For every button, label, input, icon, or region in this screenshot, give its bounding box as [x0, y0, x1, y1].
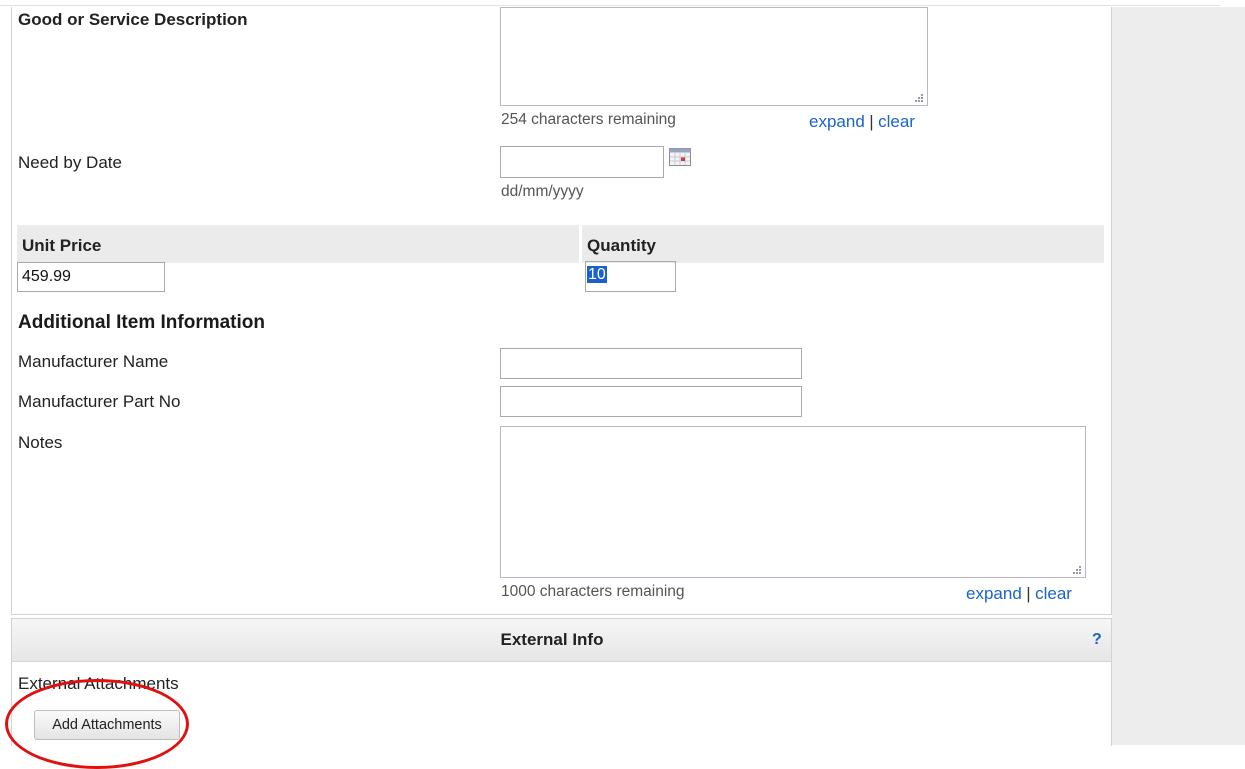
manufacturer-part-input[interactable] [500, 386, 802, 417]
manufacturer-part-label: Manufacturer Part No [18, 392, 181, 411]
right-gutter [1112, 7, 1245, 745]
calendar-icon[interactable] [669, 148, 691, 166]
notes-textarea[interactable] [500, 426, 1086, 578]
manufacturer-name-input[interactable] [500, 348, 802, 379]
notes-label: Notes [18, 433, 63, 452]
notes-expand-link[interactable]: expand [966, 584, 1022, 603]
manufacturer-name-label: Manufacturer Name [18, 352, 169, 371]
help-icon[interactable]: ? [1092, 631, 1102, 649]
description-actions: expand | clear [809, 112, 915, 132]
external-info-title: External Info [500, 630, 604, 649]
unit-price-input[interactable] [17, 262, 165, 292]
additional-info-heading: Additional Item Information [18, 312, 265, 333]
unit-price-header: Unit Price [22, 236, 102, 255]
quantity-header: Quantity [587, 236, 656, 255]
notes-clear-link[interactable]: clear [1035, 584, 1072, 603]
external-info-header: External Info ? [12, 619, 1111, 662]
quantity-input[interactable]: 10 [585, 261, 676, 292]
resize-grip-icon[interactable] [914, 93, 924, 103]
need-by-date-label: Need by Date [18, 153, 122, 172]
link-separator: | [1026, 584, 1031, 603]
date-format-hint: dd/mm/yyyy [501, 183, 584, 200]
description-label: Good or Service Description [18, 10, 248, 29]
highlight-circle [5, 679, 189, 769]
need-by-date-input[interactable] [500, 146, 664, 178]
description-chars-remaining: 254 characters remaining [501, 111, 676, 128]
notes-chars-remaining: 1000 characters remaining [501, 583, 685, 600]
item-details-panel: Good or Service Description 254 characte… [11, 7, 1112, 615]
notes-actions: expand | clear [966, 584, 1072, 604]
resize-grip-icon[interactable] [1072, 565, 1082, 575]
quantity-value: 10 [587, 266, 607, 283]
description-textarea[interactable] [500, 7, 928, 106]
description-expand-link[interactable]: expand [809, 112, 865, 131]
link-separator: | [869, 112, 874, 131]
description-clear-link[interactable]: clear [878, 112, 915, 131]
top-divider [0, 5, 1220, 6]
quantity-header-cell: Quantity [582, 225, 1104, 263]
unit-price-header-cell: Unit Price [17, 225, 579, 263]
